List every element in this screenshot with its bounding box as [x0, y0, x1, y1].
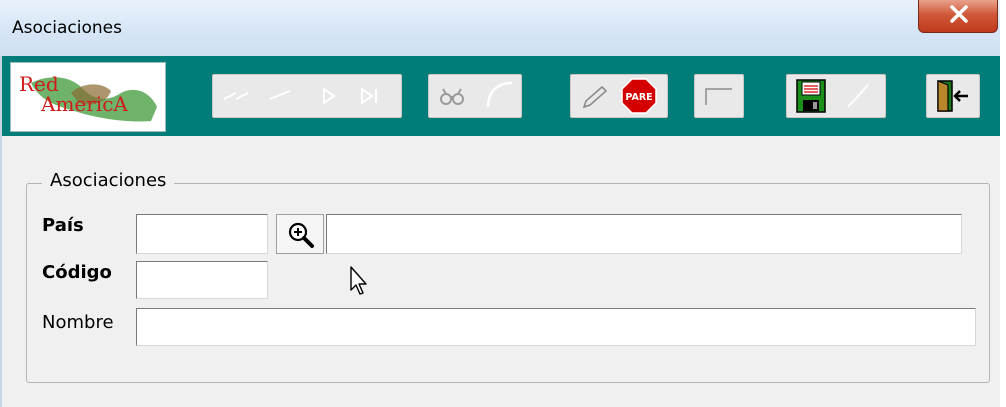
refresh-button[interactable]: [478, 77, 516, 115]
stop-button[interactable]: PARE: [620, 77, 658, 115]
floppy-disk-icon: [796, 79, 826, 113]
last-record-icon: [361, 87, 377, 105]
exit-door-icon: [937, 80, 968, 112]
next-record-button[interactable]: [310, 77, 348, 115]
new-button[interactable]: [700, 77, 738, 115]
find-button[interactable]: [434, 77, 472, 115]
save-button[interactable]: [792, 77, 830, 115]
pais-code-input[interactable]: [136, 214, 268, 254]
nombre-input[interactable]: [136, 308, 976, 346]
pais-label: País: [42, 215, 84, 236]
title-bar: Asociaciones: [0, 0, 1000, 56]
logo-text-america: AmericA: [40, 92, 128, 116]
codigo-label: Código: [42, 262, 112, 283]
previous-record-button[interactable]: [262, 77, 300, 115]
nombre-label: Nombre: [42, 312, 114, 333]
mouse-cursor-icon: [350, 266, 370, 300]
binoculars-icon: [440, 88, 464, 105]
pais-name-input[interactable]: [326, 214, 962, 254]
close-icon: [950, 5, 968, 23]
refresh-icon: [486, 81, 513, 108]
pencil-icon: [582, 85, 608, 109]
groupbox-title: Asociaciones: [42, 170, 175, 191]
undo-button[interactable]: [838, 77, 876, 115]
first-record-button[interactable]: [218, 77, 256, 115]
stop-sign-icon: PARE: [621, 78, 657, 114]
close-button[interactable]: [918, 0, 998, 33]
edit-button[interactable]: [576, 77, 614, 115]
window-border: [0, 56, 2, 407]
new-document-icon: [705, 88, 732, 105]
codigo-input[interactable]: [136, 261, 268, 299]
window-title: Asociaciones: [12, 18, 122, 38]
stop-sign-label: PARE: [625, 92, 652, 103]
exit-button[interactable]: [934, 77, 972, 115]
redamerica-logo: Red AmericA: [10, 62, 166, 132]
zoom-in-icon: [288, 222, 314, 248]
previous-record-icon: [269, 90, 291, 100]
last-record-button[interactable]: [352, 77, 390, 115]
undo-icon: [847, 84, 869, 108]
next-record-icon: [323, 87, 336, 105]
pais-search-button[interactable]: [276, 214, 324, 254]
first-record-icon: [223, 92, 249, 100]
window: Asociaciones Red AmericA PARE Asociacion…: [0, 0, 1000, 407]
